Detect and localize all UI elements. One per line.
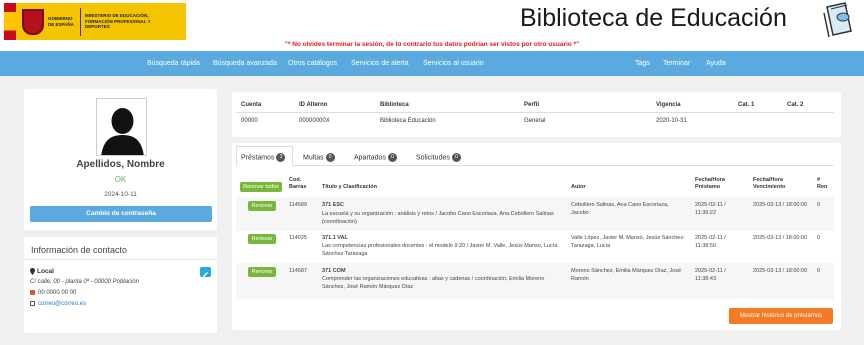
tabs-divider [236, 165, 834, 166]
tab-requests-count: 0 [451, 153, 461, 162]
row-loan-date: 2025-02-11 / 11:38:43 [695, 268, 726, 282]
row-barcode: 114589 [289, 202, 307, 208]
tab-loans-label: Préstamos [241, 154, 275, 162]
row-title[interactable]: La escuela y su organización : análisis … [322, 210, 562, 226]
row-renewals: 0 [817, 235, 821, 241]
column-due-date: Fecha/Hora Vencimiento [753, 177, 786, 190]
phone: 00 0000 00 00 [30, 290, 76, 296]
row-due-date: 2025-03-13 / 18:00:00 [753, 202, 808, 208]
row-barcode: 114587 [289, 268, 307, 274]
address: C/ calle, 00 - planta 0ª - 00000 Poblaci… [30, 279, 139, 285]
edit-contact-button[interactable] [200, 267, 211, 277]
tab-fines-label: Multas [303, 154, 324, 162]
renew-button[interactable]: Renovar [248, 267, 276, 277]
account-header-cat1: Cat. 1 [738, 102, 755, 108]
row-author: Moreno Sánchez, Emilia Márquez Díaz, Jos… [571, 268, 682, 282]
map-marker-icon [30, 268, 35, 275]
row-renewals: 0 [817, 202, 821, 208]
account-panel [232, 92, 841, 137]
account-header-profile: Perfil [524, 102, 540, 108]
row-author: Cebollero Salinas, Ana Cano Escoriaza, J… [571, 202, 669, 216]
row-title[interactable]: Comprender las organizaciones educativas… [322, 275, 567, 291]
user-name: Apellidos, Nombre [76, 159, 165, 170]
tab-holds-label: Apartados [354, 154, 386, 162]
account-alt-id: 00000000X [299, 118, 330, 124]
user-date: 2024-10-11 [104, 191, 137, 198]
row-author: Valle López, Javier M. Manso, Jesús Sánc… [571, 235, 685, 249]
tab-fines[interactable]: Multas 0 [303, 153, 335, 162]
logo-divider [80, 7, 81, 36]
row-loan-date: 2025-02-11 / 11:38:50 [695, 235, 726, 249]
account-divider [236, 112, 834, 113]
account-profile: General [524, 118, 546, 124]
account-validity: 2020-10-31 [656, 118, 687, 124]
account-header-account: Cuenta [241, 102, 262, 108]
ministry-label: MINISTERIO DE EDUCACIÓN, FORMACIÓN PROFE… [85, 13, 151, 30]
user-silhouette-icon [101, 108, 144, 155]
renew-button[interactable]: Renovar [248, 234, 276, 244]
renew-button[interactable]: Renovar [248, 201, 276, 211]
row-title[interactable]: Las competencias profesionales docentes … [322, 242, 564, 258]
row-classification[interactable]: 371 COM [322, 267, 346, 275]
account-header-validity: Vigencia [656, 102, 681, 108]
column-loan-date: Fecha/Hora Préstamo [695, 177, 725, 190]
contact-title: Información de contacto [31, 245, 128, 255]
spain-flag-icon [4, 3, 16, 40]
site-header: GOBIERNO DE ESPAÑA MINISTERIO DE EDUCACI… [0, 0, 864, 51]
user-status: OK [114, 175, 127, 184]
main-navbar: Búsqueda rápida Búsqueda avanzada Otros … [0, 51, 864, 76]
nav-user-services[interactable]: Servicios al usuario [423, 51, 484, 76]
account-header-alt-id: ID Alterno [299, 102, 328, 108]
site-title: Biblioteca de Educación [520, 4, 787, 32]
location-label: Local [30, 268, 54, 275]
account-header-cat2: Cat. 2 [787, 102, 804, 108]
row-due-date: 2025-03-13 / 18:00:00 [753, 235, 808, 241]
row-due-date: 2025-03-13 / 18:00:00 [753, 268, 808, 274]
library-logo-icon [823, 2, 852, 38]
tab-requests[interactable]: Solicitudes 0 [416, 153, 461, 162]
column-author: Autor [571, 184, 586, 190]
phone-text: 00 0000 00 00 [38, 290, 77, 297]
column-title: Título y Clasificación [322, 184, 378, 190]
tab-loans[interactable]: Préstamos 3 [241, 153, 286, 162]
tab-loans-count: 3 [276, 153, 286, 162]
account-library: Biblioteca Educación [380, 118, 436, 124]
row-barcode: 114025 [289, 235, 307, 241]
email-text[interactable]: correo@correo.es [38, 301, 86, 307]
nav-tags[interactable]: Tags [635, 51, 650, 76]
nav-other-catalogs[interactable]: Otros catálogos [288, 51, 337, 76]
edit-icon [203, 272, 208, 277]
row-classification[interactable]: 371.1 VAL [322, 234, 348, 242]
government-logo[interactable]: GOBIERNO DE ESPAÑA MINISTERIO DE EDUCACI… [4, 3, 186, 40]
session-warning: "* No olvides terminar la sesión, de lo … [284, 41, 580, 48]
row-loan-date: 2025-02-11 / 11:39:22 [695, 202, 726, 216]
coat-of-arms-icon [22, 8, 44, 35]
nav-logout[interactable]: Terminar [663, 51, 690, 76]
tab-fines-count: 0 [325, 153, 335, 162]
nav-alert-services[interactable]: Servicios de alerta [351, 51, 409, 76]
tab-holds-count: 0 [387, 153, 397, 162]
column-renewals: # Ren [817, 177, 828, 190]
government-label: GOBIERNO DE ESPAÑA [48, 16, 74, 27]
nav-advanced-search[interactable]: Búsqueda avanzada [213, 51, 277, 76]
envelope-icon [30, 301, 35, 306]
change-password-button[interactable]: Cambio de contraseña [30, 206, 212, 222]
nav-quick-search[interactable]: Búsqueda rápida [147, 51, 200, 76]
account-header-library: Biblioteca [380, 102, 409, 108]
row-renewals: 0 [817, 268, 821, 274]
contact-divider [24, 259, 217, 260]
loan-history-button[interactable]: Mostrar histórico de préstamos [729, 308, 833, 324]
email[interactable]: correo@correo.es [30, 301, 86, 307]
tab-requests-label: Solicitudes [416, 154, 450, 162]
tab-holds[interactable]: Apartados 0 [354, 153, 397, 162]
row-classification[interactable]: 371 ESC [322, 201, 344, 209]
phone-icon [30, 290, 35, 295]
location-label-text: Local [37, 268, 54, 276]
user-avatar [96, 98, 147, 156]
column-barcode: Cod. Barras [289, 177, 307, 190]
account-number: 00000 [241, 118, 258, 124]
renew-all-button[interactable]: Renovar todos [240, 182, 282, 192]
nav-help[interactable]: Ayuda [706, 51, 726, 76]
